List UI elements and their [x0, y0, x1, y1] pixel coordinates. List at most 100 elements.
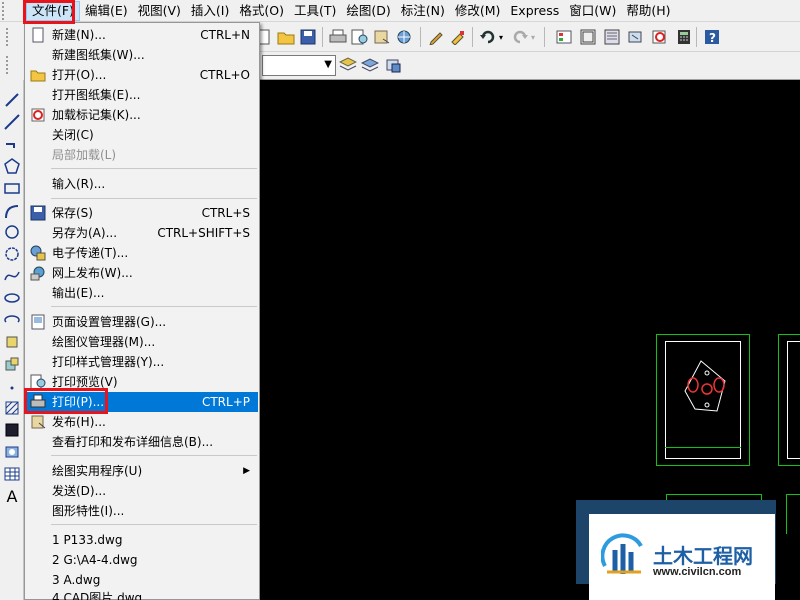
sheet-set-manager-icon[interactable] [626, 27, 646, 47]
menu-format[interactable]: 格式(O) [234, 1, 289, 21]
menu-item-publish-web[interactable]: 网上发布(W)... [26, 263, 258, 283]
multiline-text-icon[interactable]: A [2, 486, 22, 506]
menu-item-recent-file[interactable]: 2 G:\A4-4.dwg [26, 550, 258, 570]
menu-item-import[interactable]: 输入(R)... [26, 174, 258, 194]
svg-text:?: ? [709, 31, 716, 45]
menu-item-send[interactable]: 发送(D)... [26, 481, 258, 501]
undo-icon[interactable] [478, 27, 498, 47]
circle-icon[interactable] [2, 222, 22, 242]
menu-item-plot-publish-details[interactable]: 查看打印和发布详细信息(B)... [26, 432, 258, 452]
rectangle-icon[interactable] [2, 178, 22, 198]
menu-dimension[interactable]: 标注(N) [396, 1, 450, 21]
publish-web-icon [30, 266, 45, 281]
ellipse-arc-icon[interactable] [2, 310, 22, 330]
layer-state-icon[interactable] [338, 55, 358, 75]
menu-item-open[interactable]: 打开(O)... CTRL+O [26, 65, 258, 85]
menu-item-drawing-properties[interactable]: 图形特性(I)... [26, 501, 258, 521]
menu-item-recent-file[interactable]: 1 P133.dwg [26, 530, 258, 550]
calculator-icon[interactable] [674, 27, 694, 47]
redo-icon[interactable] [510, 27, 530, 47]
print-preview-icon[interactable] [350, 27, 370, 47]
polyline-icon[interactable] [2, 134, 22, 154]
hatch-icon[interactable] [2, 398, 22, 418]
toolbar-separator [544, 27, 545, 47]
menu-edit[interactable]: 编辑(E) [80, 1, 133, 21]
construction-line-icon[interactable] [2, 112, 22, 132]
menu-help[interactable]: 帮助(H) [621, 1, 675, 21]
save-icon [30, 205, 46, 221]
toolbar-grip[interactable] [6, 56, 8, 74]
watermark-url: www.civilcn.com [653, 566, 742, 578]
layer-combo[interactable]: ▼ [262, 55, 336, 76]
drawing-sheet[interactable] [656, 334, 750, 466]
redo-dropdown-icon[interactable]: ▾ [528, 27, 538, 47]
open-folder-icon[interactable] [276, 27, 296, 47]
menu-item-publish[interactable]: 发布(H)... [26, 412, 258, 432]
publish-icon[interactable] [372, 27, 392, 47]
menu-item-recent-file[interactable]: 4 CAD图片.dwg [26, 588, 258, 600]
layer-isolate-icon[interactable] [384, 55, 404, 75]
print-icon[interactable] [328, 27, 348, 47]
menu-view[interactable]: 视图(V) [133, 1, 186, 21]
toolbar-grip[interactable] [6, 28, 8, 46]
match-properties-icon[interactable] [448, 27, 468, 47]
region-icon[interactable] [2, 442, 22, 462]
menu-item-label: 2 G:\A4-4.dwg [52, 553, 138, 567]
point-icon[interactable] [2, 376, 22, 396]
menu-item-export[interactable]: 输出(E)... [26, 283, 258, 303]
chevron-down-icon[interactable]: ▼ [324, 59, 332, 70]
menu-window[interactable]: 窗口(W) [564, 1, 621, 21]
save-icon[interactable] [298, 27, 318, 47]
design-center-icon[interactable] [578, 27, 598, 47]
menu-item-drawing-utilities[interactable]: 绘图实用程序(U) ▶ [26, 461, 258, 481]
menu-item-load-markup-set[interactable]: 加载标记集(K)... [26, 105, 258, 125]
menu-insert[interactable]: 插入(I) [186, 1, 234, 21]
menu-item-open-sheet-set[interactable]: 打开图纸集(E)... [26, 85, 258, 105]
spline-icon[interactable] [2, 266, 22, 286]
menu-item-label: 电子传递(T)... [52, 246, 129, 260]
table-icon[interactable] [2, 464, 22, 484]
menu-item-plotter-manager[interactable]: 绘图仪管理器(M)... [26, 332, 258, 352]
menu-item-etransmit[interactable]: 电子传递(T)... [26, 243, 258, 263]
revision-cloud-icon[interactable] [2, 244, 22, 264]
menu-separator [51, 455, 257, 456]
menu-tools[interactable]: 工具(T) [289, 1, 341, 21]
drawing-sheet[interactable] [778, 334, 800, 466]
toolbar-separator [420, 27, 421, 47]
publish-3d-dwf-icon[interactable] [394, 27, 414, 47]
insert-block-icon[interactable] [2, 332, 22, 352]
menu-item-label: 保存(S) [52, 206, 93, 220]
pencil-icon[interactable] [426, 27, 446, 47]
help-icon[interactable]: ? [702, 27, 722, 47]
menu-item-label: 输入(R)... [52, 177, 106, 191]
markup-set-manager-icon[interactable] [650, 27, 670, 47]
menu-item-save[interactable]: 保存(S) CTRL+S [26, 203, 258, 223]
menu-item-new[interactable]: 新建(N)... CTRL+N [26, 25, 258, 45]
menu-item-save-as[interactable]: 另存为(A)... CTRL+SHIFT+S [26, 223, 258, 243]
menu-item-page-setup-manager[interactable]: 页面设置管理器(G)... [26, 312, 258, 332]
ellipse-icon[interactable] [2, 288, 22, 308]
tool-palettes-icon[interactable] [602, 27, 622, 47]
menubar-grip[interactable] [2, 1, 8, 20]
polygon-icon[interactable] [2, 156, 22, 176]
make-block-icon[interactable] [2, 354, 22, 374]
menu-item-recent-file[interactable]: 3 A.dwg [26, 570, 258, 590]
menu-item-new-sheet-set[interactable]: 新建图纸集(W)... [26, 45, 258, 65]
menu-item-label: 4 CAD图片.dwg [52, 591, 143, 600]
drawing-sheet[interactable] [786, 494, 800, 534]
menu-express[interactable]: Express [505, 1, 564, 21]
menu-modify[interactable]: 修改(M) [450, 1, 506, 21]
menu-item-label: 新建图纸集(W)... [52, 48, 145, 62]
arc-icon[interactable] [2, 202, 22, 222]
properties-icon[interactable] [554, 27, 574, 47]
line-icon[interactable] [2, 90, 22, 110]
menu-item-close[interactable]: 关闭(C) [26, 125, 258, 145]
undo-dropdown-icon[interactable]: ▾ [496, 27, 506, 47]
gradient-icon[interactable] [2, 420, 22, 440]
menu-separator [51, 306, 257, 307]
menu-draw[interactable]: 绘图(D) [341, 1, 395, 21]
civilcn-logo-icon [601, 533, 643, 574]
menu-item-plot-style-manager[interactable]: 打印样式管理器(Y)... [26, 352, 258, 372]
menubar: 文件(F) 编辑(E) 视图(V) 插入(I) 格式(O) 工具(T) 绘图(D… [0, 0, 800, 22]
layer-previous-icon[interactable] [360, 55, 380, 75]
